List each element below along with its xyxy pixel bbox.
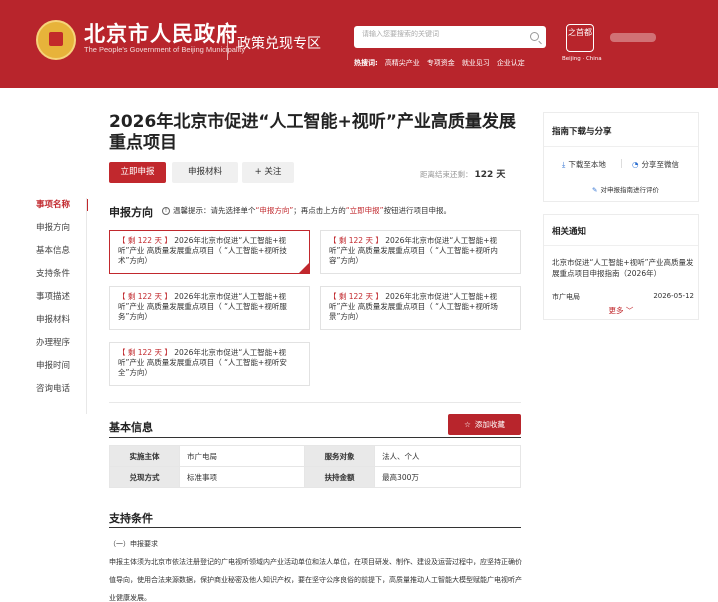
site-subtitle: The People's Government of Beijing Munic… <box>84 45 246 54</box>
national-emblem-icon <box>36 20 76 60</box>
direction-card-service[interactable]: 【 剩 122 天 】 2026年北京市促进“人工智能+视听”产业 高质量发展重… <box>109 286 310 330</box>
search-input[interactable] <box>362 30 522 38</box>
tip-text: 温馨提示：请先选择单个 <box>173 206 256 215</box>
add-favorite-button[interactable]: ☆ 添加收藏 <box>448 414 521 435</box>
basic-info-table: 实施主体 市广电局 服务对象 法人、个人 兑现方式 标准事项 扶持金额 最高30… <box>109 445 521 488</box>
add-favorite-label: 添加收藏 <box>474 420 505 429</box>
nav-item-support[interactable]: 支持条件 <box>36 267 91 290</box>
panel-divider <box>544 146 698 147</box>
header-divider <box>227 22 228 60</box>
support-subheading: （一）申报要求 <box>109 540 158 548</box>
hot-word-link[interactable]: 专项资金 <box>427 58 455 68</box>
nav-item-basic-info[interactable]: 基本信息 <box>36 244 91 267</box>
share-icon: ◔ <box>632 160 639 169</box>
direction-card-security[interactable]: 【 剩 122 天 】 2026年北京市促进“人工智能+视听”产业 高质量发展重… <box>109 342 310 386</box>
notice-panel: 相关通知 北京市促进“人工智能+视听”产业高质量发展重点项目申报指南（2026年… <box>543 214 699 320</box>
info-value: 市广电局 <box>178 445 306 467</box>
section-separator <box>109 402 521 403</box>
direction-card-tech[interactable]: 【 剩 122 天 】 2026年北京市促进“人工智能+视听”产业 高质量发展重… <box>109 230 310 274</box>
share-label: 分享至微信 <box>641 160 680 169</box>
deadline-value: 122 天 <box>474 170 506 180</box>
days-remaining: 【 剩 122 天 】 <box>118 292 172 301</box>
tip-highlight: “申报方向” <box>255 206 294 215</box>
deadline-countdown: 距离结束还剩： 122 天 <box>420 167 505 180</box>
zone-name[interactable]: 政策兑现专区 <box>237 33 321 53</box>
hot-word-link[interactable]: 企业认定 <box>497 58 525 68</box>
days-remaining: 【 剩 122 天 】 <box>329 236 383 245</box>
search-icon[interactable] <box>530 32 539 41</box>
panel-divider <box>544 245 698 246</box>
support-underline <box>109 527 521 528</box>
support-content: （一）申报要求 申报主体须为北京市依法注册登记的广电视听领域内产业活动单位和法人… <box>109 535 523 602</box>
notice-date: 2026-05-12 <box>653 292 694 300</box>
support-paragraph: 申报主体须为北京市依法注册登记的广电视听领域内产业活动单位和法人单位，在项目研发… <box>109 558 522 602</box>
nav-item-materials[interactable]: 申报材料 <box>36 313 91 336</box>
tip-highlight: “立即申报” <box>345 206 384 215</box>
tip-text: 按钮进行项目申报。 <box>383 206 452 215</box>
days-remaining: 【 剩 122 天 】 <box>118 348 172 357</box>
nav-item-direction[interactable]: 申报方向 <box>36 221 91 244</box>
user-info[interactable] <box>610 33 656 42</box>
days-remaining: 【 剩 122 天 】 <box>118 236 172 245</box>
capital-logo-caption: Beijing · China <box>562 56 602 62</box>
evaluate-guide-link[interactable]: ✎ 对申报指南进行评价 <box>592 184 659 194</box>
info-key: 扶持金额 <box>304 466 376 488</box>
hot-words: 热搜词: 高精尖产业 专项资金 就业见习 企业认定 <box>354 58 525 68</box>
guide-panel: 指南下载与分享 ⤓ 下载至本地 ◔ 分享至微信 ✎ 对申报指南进行评价 <box>543 112 699 202</box>
nav-divider <box>86 198 87 414</box>
nav-item-phone[interactable]: 咨询电话 <box>36 382 91 405</box>
share-wechat-link[interactable]: ◔ 分享至微信 <box>632 159 679 170</box>
info-value: 法人、个人 <box>374 445 521 467</box>
download-label: 下载至本地 <box>568 160 606 169</box>
capital-logo[interactable]: 之首都 <box>566 24 594 52</box>
direction-card-content[interactable]: 【 剩 122 天 】 2026年北京市促进“人工智能+视听”产业 高质量发展重… <box>320 230 521 274</box>
pencil-icon: ✎ <box>592 186 598 194</box>
link-separator <box>621 159 622 168</box>
info-value: 标准事项 <box>178 466 306 488</box>
star-icon: ☆ <box>464 420 471 429</box>
evaluate-label: 对申报指南进行评价 <box>600 186 659 194</box>
info-icon: ! <box>162 207 170 215</box>
page-title: 2026年北京市促进“人工智能+视听”产业高质量发展重点项目 <box>109 112 516 153</box>
hot-words-label: 热搜词: <box>354 59 378 67</box>
deadline-label: 距离结束还剩： <box>420 170 473 179</box>
direction-section-title: 申报方向 <box>109 206 153 219</box>
guide-panel-title: 指南下载与分享 <box>552 127 612 137</box>
days-remaining: 【 剩 122 天 】 <box>329 292 383 301</box>
notice-item-title[interactable]: 北京市促进“人工智能+视听”产业高质量发展重点项目申报指南（2026年） <box>552 257 694 279</box>
notice-item-meta: 市广电局 2026-05-12 <box>552 292 694 302</box>
basic-info-title: 基本信息 <box>109 421 153 434</box>
download-link[interactable]: ⤓ 下载至本地 <box>562 159 606 170</box>
notice-source: 市广电局 <box>552 293 580 301</box>
left-anchor-nav: 事项名称 申报方向 基本信息 支持条件 事项描述 申报材料 办理程序 申报时间 … <box>36 198 91 405</box>
support-title: 支持条件 <box>109 512 153 525</box>
search-box[interactable] <box>354 26 546 48</box>
follow-button[interactable]: + 关注 <box>242 162 294 183</box>
site-title[interactable]: 北京市人民政府 <box>84 18 238 48</box>
info-value: 最高300万 <box>374 466 521 488</box>
nav-item-description[interactable]: 事项描述 <box>36 290 91 313</box>
nav-item-time[interactable]: 申报时间 <box>36 359 91 382</box>
nav-item-item-name[interactable]: 事项名称 <box>36 198 91 221</box>
site-header: 北京市人民政府 The People's Government of Beiji… <box>0 0 718 88</box>
apply-now-button[interactable]: 立即申报 <box>109 162 166 183</box>
table-row: 实施主体 市广电局 服务对象 法人、个人 <box>109 445 521 467</box>
notice-panel-title: 相关通知 <box>552 227 587 237</box>
direction-tip: ! 温馨提示：请先选择单个“申报方向”；再点击上方的“立即申报”按钮进行项目申报。 <box>162 205 451 216</box>
table-row: 兑现方式 标准事项 扶持金额 最高300万 <box>109 466 521 488</box>
info-key: 实施主体 <box>109 445 180 467</box>
info-key: 服务对象 <box>304 445 376 467</box>
download-icon: ⤓ <box>562 160 566 169</box>
info-key: 兑现方式 <box>109 466 180 488</box>
nav-item-procedure[interactable]: 办理程序 <box>36 336 91 359</box>
direction-card-scene[interactable]: 【 剩 122 天 】 2026年北京市促进“人工智能+视听”产业 高质量发展重… <box>320 286 521 330</box>
materials-button[interactable]: 申报材料 <box>172 162 238 183</box>
basic-info-underline <box>109 437 521 438</box>
tip-text: ；再点击上方的 <box>293 206 346 215</box>
hot-word-link[interactable]: 高精尖产业 <box>385 58 420 68</box>
hot-word-link[interactable]: 就业见习 <box>462 58 490 68</box>
more-notices-link[interactable]: 更多 ﹀ <box>544 305 698 316</box>
